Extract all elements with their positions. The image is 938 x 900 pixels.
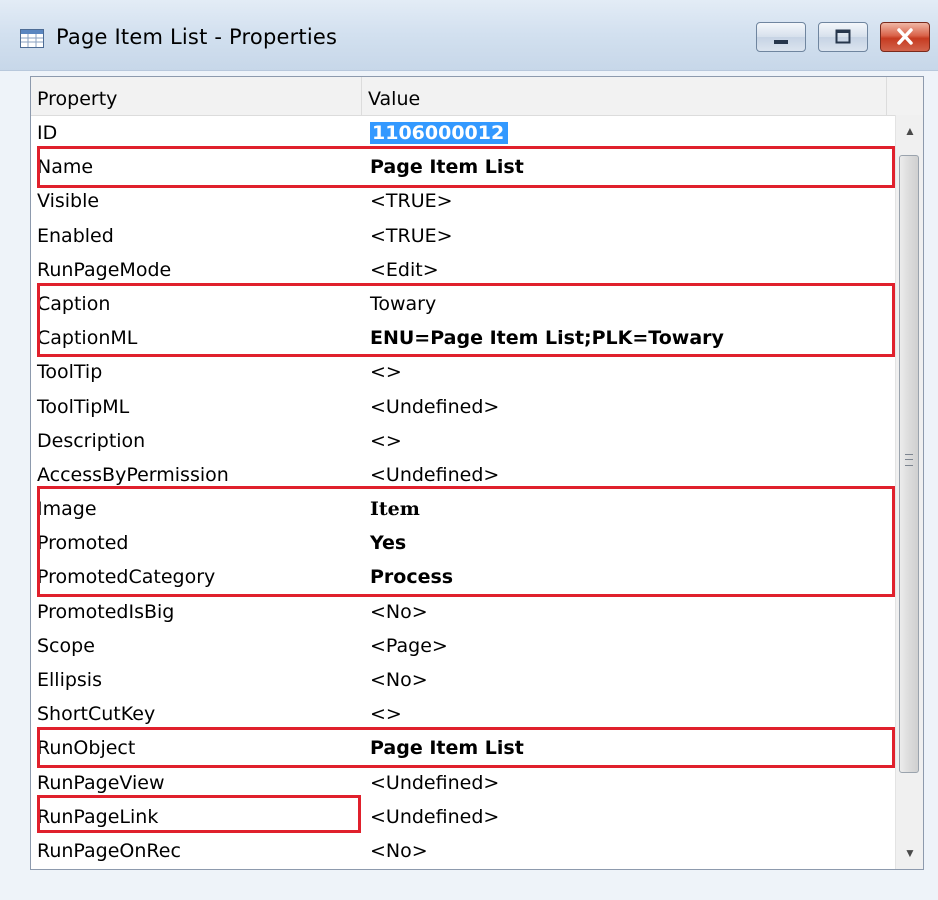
vertical-scrollbar[interactable]: ▲ ▼ (895, 115, 923, 869)
property-row-runpageview[interactable]: RunPageView <Undefined> (31, 765, 891, 799)
up-arrow-icon[interactable]: ▲ (896, 115, 923, 147)
property-name: RunPageLink (37, 805, 159, 828)
property-value[interactable]: ENU=Page Item List;PLK=Towary (370, 320, 885, 354)
property-row-runobject[interactable]: RunObject Page Item List (31, 730, 891, 764)
property-name: Ellipsis (37, 669, 102, 691)
property-value[interactable]: Item (370, 491, 885, 525)
property-value[interactable]: <No> (370, 833, 885, 867)
property-value[interactable]: Process (370, 559, 885, 593)
property-row-caption[interactable]: Caption Towary (31, 286, 891, 320)
title-bar[interactable]: Page Item List - Properties (0, 0, 938, 71)
property-row-promoted[interactable]: Promoted Yes (31, 525, 891, 559)
down-arrow-icon[interactable]: ▼ (896, 837, 923, 869)
property-row-visible[interactable]: Visible <TRUE> (31, 183, 891, 217)
close-button[interactable] (880, 22, 930, 52)
minimize-icon (774, 40, 788, 44)
property-value[interactable]: <> (370, 423, 885, 457)
property-name: Visible (37, 190, 100, 213)
property-row-ellipsis[interactable]: Ellipsis <No> (31, 662, 891, 696)
property-value[interactable]: Towary (370, 286, 885, 320)
property-name: RunPageView (37, 771, 165, 794)
property-name: ID (37, 122, 58, 144)
property-column-header[interactable]: Property (31, 77, 362, 115)
property-value[interactable]: <No> (370, 594, 885, 628)
property-value[interactable]: <> (370, 354, 885, 388)
property-row-description[interactable]: Description <> (31, 423, 891, 457)
close-icon (897, 28, 913, 45)
property-value[interactable]: <Undefined> (370, 765, 885, 799)
property-name: RunPageOnRec (37, 839, 181, 862)
property-value[interactable]: <Undefined> (370, 799, 885, 833)
window-title: Page Item List - Properties (56, 25, 338, 49)
value-column-header[interactable]: Value (362, 77, 887, 115)
property-name: Name (37, 156, 94, 179)
minimize-button[interactable] (756, 22, 806, 52)
property-value[interactable]: 1106000012 (370, 115, 885, 149)
property-name: RunPageMode (37, 258, 172, 281)
table-icon (20, 29, 44, 48)
property-row-image[interactable]: Image Item (31, 491, 891, 525)
property-name: Description (37, 429, 146, 452)
property-name: PromotedIsBig (37, 600, 175, 623)
property-value[interactable]: <Undefined> (370, 389, 885, 423)
maximize-button[interactable] (818, 22, 868, 52)
property-name: ToolTip (37, 361, 103, 384)
property-name: Promoted (37, 532, 129, 555)
maximize-icon (835, 29, 851, 44)
property-name: Enabled (37, 224, 114, 247)
property-name: Caption (37, 292, 111, 315)
property-name: ShortCutKey (37, 703, 156, 726)
selected-value[interactable]: 1106000012 (370, 122, 509, 144)
property-value[interactable]: <Page> (370, 628, 885, 662)
property-value[interactable]: <Undefined> (370, 457, 885, 491)
property-row-id[interactable]: ID 1106000012 (31, 115, 891, 149)
property-name: Scope (37, 634, 95, 657)
property-value[interactable]: <> (370, 696, 885, 730)
property-row-runpagemode[interactable]: RunPageMode <Edit> (31, 252, 891, 286)
property-value[interactable]: <Edit> (370, 252, 885, 286)
property-row-accessbypermission[interactable]: AccessByPermission <Undefined> (31, 457, 891, 491)
scrollbar-thumb[interactable] (899, 155, 919, 773)
property-row-captionml[interactable]: CaptionML ENU=Page Item List;PLK=Towary (31, 320, 891, 354)
grip-icon (905, 454, 913, 466)
property-row-name[interactable]: Name Page Item List (31, 149, 891, 183)
property-value[interactable]: Yes (370, 525, 885, 559)
property-name: Image (37, 498, 97, 521)
property-row-tooltip[interactable]: ToolTip <> (31, 354, 891, 388)
property-value[interactable]: Page Item List (370, 730, 885, 764)
property-value[interactable]: Page Item List (370, 149, 885, 183)
property-row-runpagelink[interactable]: RunPageLink <Undefined> (31, 799, 891, 833)
property-rows: ID 1106000012 Name Page Item List Visibl… (31, 115, 891, 867)
properties-window: Page Item List - Properties Property Val… (0, 0, 938, 900)
property-value[interactable]: <No> (370, 662, 885, 696)
property-grid: Property Value ID 1106000012 Name Page I… (30, 76, 924, 870)
property-name: RunObject (37, 737, 136, 760)
property-value[interactable]: <TRUE> (370, 218, 885, 252)
property-row-scope[interactable]: Scope <Page> (31, 628, 891, 662)
property-name: AccessByPermission (37, 463, 229, 486)
property-row-runpageonrec[interactable]: RunPageOnRec <No> (31, 833, 891, 867)
property-name: PromotedCategory (37, 566, 216, 589)
property-row-promotedisbig[interactable]: PromotedIsBig <No> (31, 594, 891, 628)
property-name: CaptionML (37, 327, 138, 350)
property-row-shortcutkey[interactable]: ShortCutKey <> (31, 696, 891, 730)
property-row-tooltipml[interactable]: ToolTipML <Undefined> (31, 389, 891, 423)
property-row-promotedcategory[interactable]: PromotedCategory Process (31, 559, 891, 593)
property-value[interactable]: <TRUE> (370, 183, 885, 217)
property-name: ToolTipML (37, 395, 130, 418)
property-row-enabled[interactable]: Enabled <TRUE> (31, 218, 891, 252)
grid-header: Property Value (31, 77, 923, 116)
